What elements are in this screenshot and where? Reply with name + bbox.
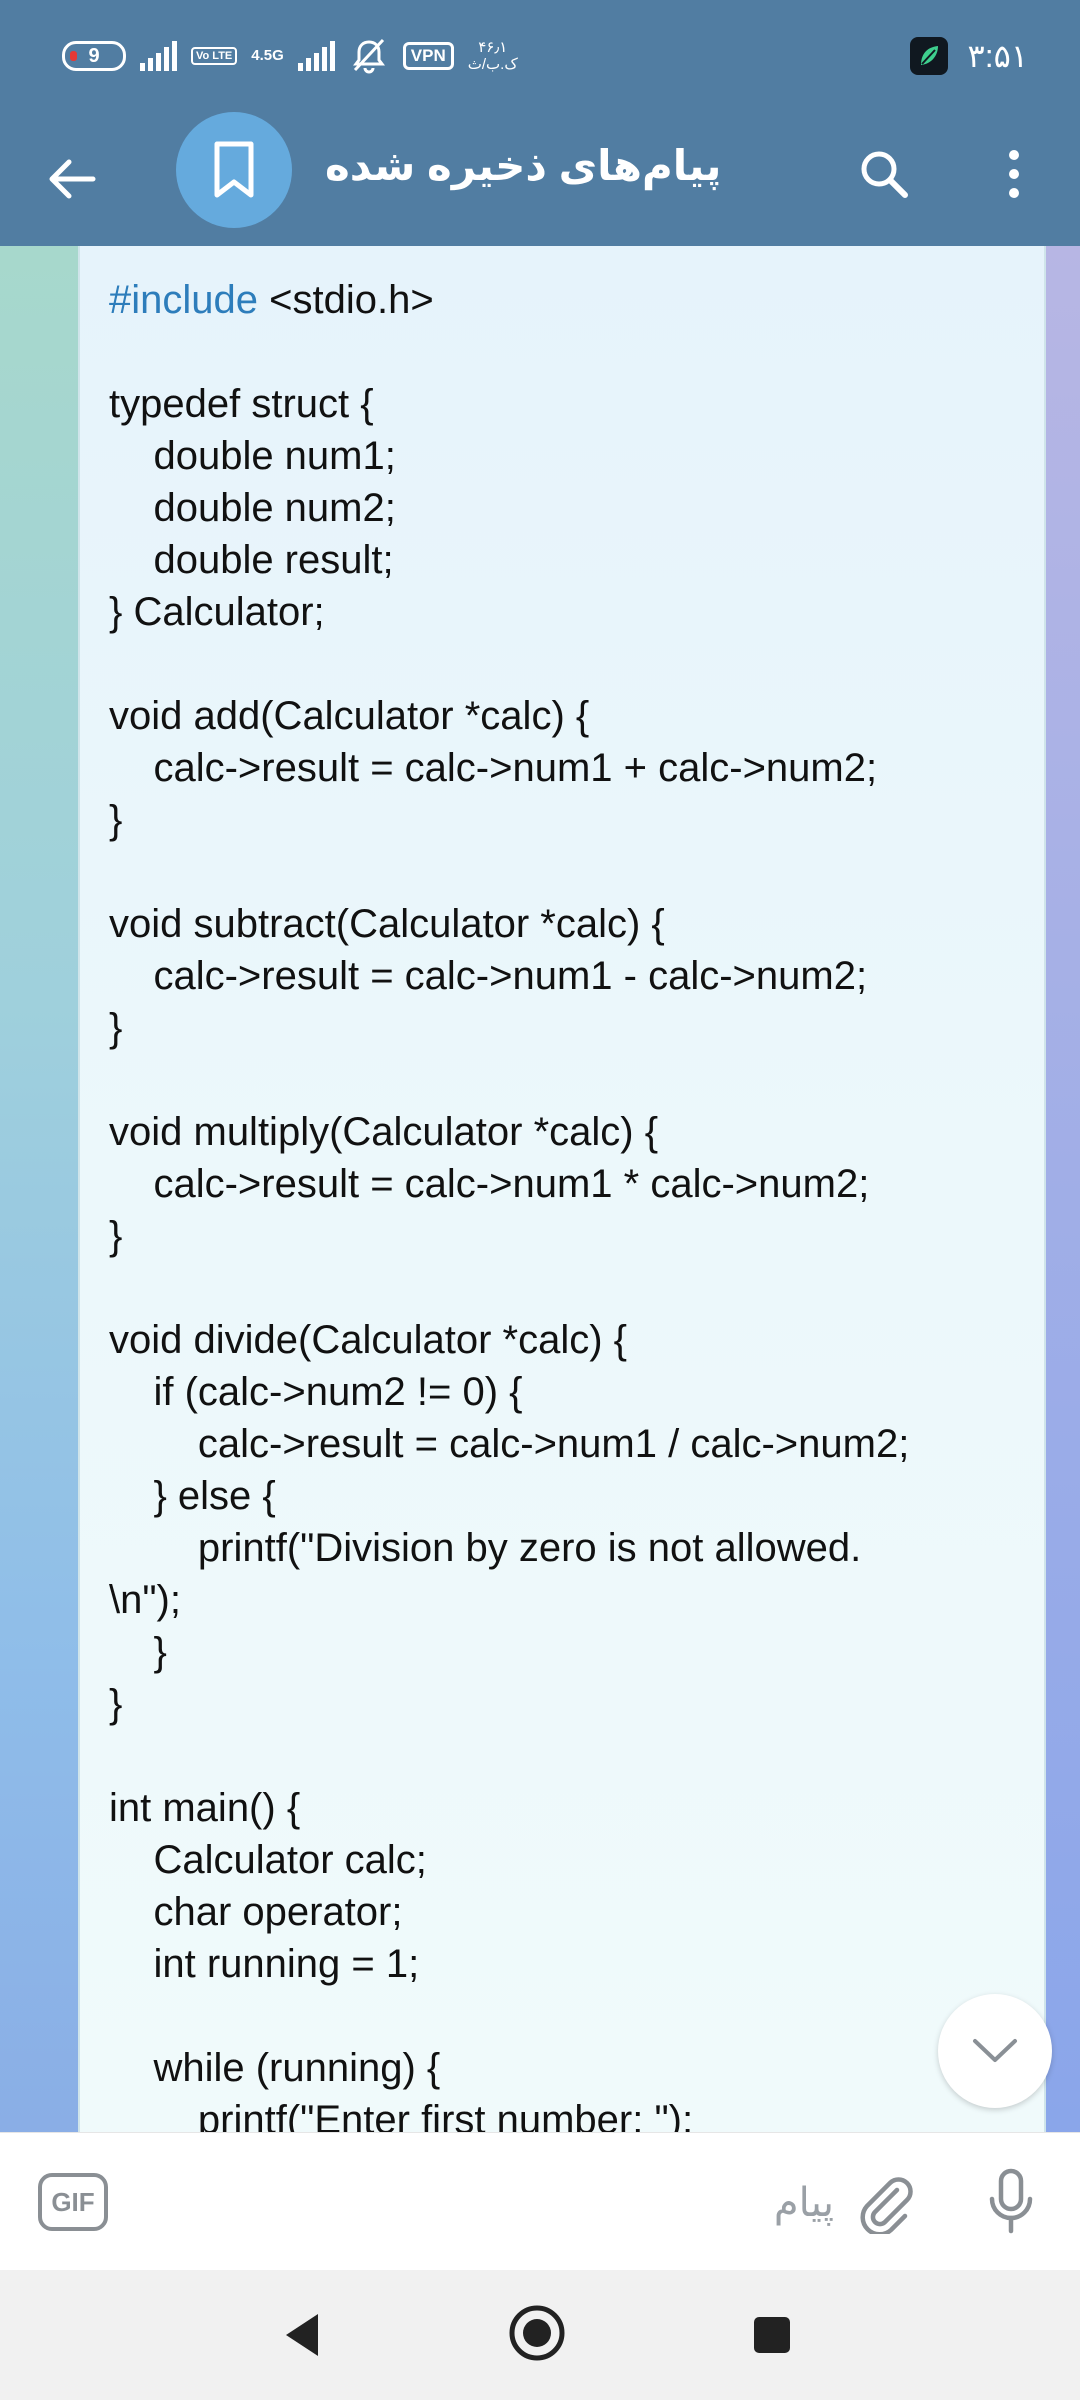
code-line: } bbox=[109, 1214, 123, 1258]
chat-title[interactable]: پیام‌های ذخیره شده bbox=[325, 136, 721, 196]
vpn-badge: VPN bbox=[402, 42, 454, 70]
code-line: } else { bbox=[109, 1474, 276, 1518]
circle-home-icon bbox=[509, 2305, 565, 2361]
scroll-to-bottom-button[interactable] bbox=[938, 1994, 1052, 2108]
code-line: #include <stdio.h> bbox=[109, 278, 434, 322]
code-line: typedef struct { bbox=[109, 382, 374, 426]
code-line: printf("Enter first number: "); bbox=[109, 2098, 694, 2132]
code-line: void add(Calculator *calc) { bbox=[109, 694, 590, 738]
code-line: \n"); bbox=[109, 1578, 181, 1622]
code-line: if (calc->num2 != 0) { bbox=[109, 1370, 523, 1414]
code-line: calc->result = calc->num1 - calc->num2; bbox=[109, 954, 868, 998]
nav-back-button[interactable] bbox=[270, 2300, 334, 2370]
code-line: } bbox=[109, 1630, 167, 1674]
code-line: int running = 1; bbox=[109, 1942, 420, 1986]
battery-level: 9 bbox=[88, 44, 100, 67]
network-speed: ۴۶٫۱ ک.ب/ث bbox=[468, 39, 518, 73]
message-input-bar: GIF bbox=[0, 2132, 1080, 2271]
leaf-icon bbox=[920, 46, 938, 65]
nav-home-button[interactable] bbox=[502, 2298, 572, 2368]
signal-strength-icon bbox=[140, 41, 177, 71]
gif-button[interactable]: GIF bbox=[38, 2173, 108, 2231]
chat-background: #include <stdio.h> typedef struct { doubl… bbox=[0, 246, 1080, 2132]
code-line: } Calculator; bbox=[109, 590, 325, 634]
bell-muted-icon bbox=[352, 38, 385, 74]
arrow-left-icon bbox=[49, 159, 96, 199]
search-icon bbox=[861, 151, 908, 198]
code-line: void divide(Calculator *calc) { bbox=[109, 1318, 628, 1362]
code-line: int main() { bbox=[109, 1786, 301, 1830]
more-vertical-icon bbox=[1009, 150, 1019, 198]
search-button[interactable] bbox=[852, 142, 916, 206]
nav-recents-button[interactable] bbox=[740, 2300, 804, 2370]
chevron-down-icon bbox=[973, 2039, 1017, 2062]
message-input[interactable] bbox=[132, 2163, 836, 2243]
code-line: char operator; bbox=[109, 1890, 403, 1934]
signal-strength-icon-2 bbox=[297, 41, 335, 71]
speed-value: ۴۶٫۱ bbox=[478, 39, 508, 56]
code-line: while (running) { bbox=[109, 2046, 441, 2090]
status-left-indicators: 9 Vo LTE 4.5G VPN ۴۶٫۱ ک.ب/ث bbox=[62, 30, 518, 82]
bookmark-icon bbox=[214, 141, 254, 198]
square-recents-icon bbox=[754, 2317, 790, 2353]
microphone-icon bbox=[989, 2168, 1033, 2234]
speed-unit: ک.ب/ث bbox=[467, 56, 518, 73]
chat-header: پیام‌های ذخیره شده bbox=[0, 112, 1080, 246]
back-button[interactable] bbox=[40, 147, 104, 211]
app-notification-icon bbox=[909, 37, 948, 75]
triangle-back-icon bbox=[286, 2314, 318, 2356]
volte-badge: Vo LTE bbox=[191, 47, 238, 65]
code-line: calc->result = calc->num1 * calc->num2; bbox=[109, 1162, 870, 1206]
status-right: ۳:۵۱ bbox=[909, 32, 1028, 80]
code-line: } bbox=[109, 1682, 123, 1726]
status-bar: 9 Vo LTE 4.5G VPN ۴۶٫۱ ک.ب/ث ۳:۵۱ bbox=[0, 0, 1080, 112]
code-line: double num1; bbox=[109, 434, 396, 478]
code-line: calc->result = calc->num1 / calc->num2; bbox=[109, 1422, 910, 1466]
status-clock: ۳:۵۱ bbox=[967, 38, 1028, 74]
code-line: calc->result = calc->num1 + calc->num2; bbox=[109, 746, 878, 790]
saved-messages-avatar[interactable] bbox=[176, 112, 292, 228]
code-line: } bbox=[109, 798, 123, 842]
message-bubble[interactable]: #include <stdio.h> typedef struct { doubl… bbox=[78, 246, 1046, 2132]
code-line: printf("Division by zero is not allowed. bbox=[109, 1526, 862, 1570]
attach-button[interactable] bbox=[850, 2167, 920, 2237]
code-line: } bbox=[109, 1006, 123, 1050]
gif-label: GIF bbox=[51, 2186, 95, 2217]
voice-message-button[interactable] bbox=[976, 2163, 1046, 2241]
code-message-text: #include <stdio.h> typedef struct { doubl… bbox=[109, 274, 909, 2132]
code-line: double num2; bbox=[109, 486, 396, 530]
system-navigation-bar bbox=[0, 2270, 1080, 2400]
code-line: void subtract(Calculator *calc) { bbox=[109, 902, 665, 946]
network-type: 4.5G bbox=[251, 47, 284, 64]
code-line: Calculator calc; bbox=[109, 1838, 427, 1882]
paperclip-icon bbox=[860, 2177, 913, 2234]
more-options-button[interactable] bbox=[984, 142, 1044, 206]
battery-icon: 9 bbox=[62, 41, 126, 71]
code-line: void multiply(Calculator *calc) { bbox=[109, 1110, 659, 1154]
code-line: double result; bbox=[109, 538, 394, 582]
